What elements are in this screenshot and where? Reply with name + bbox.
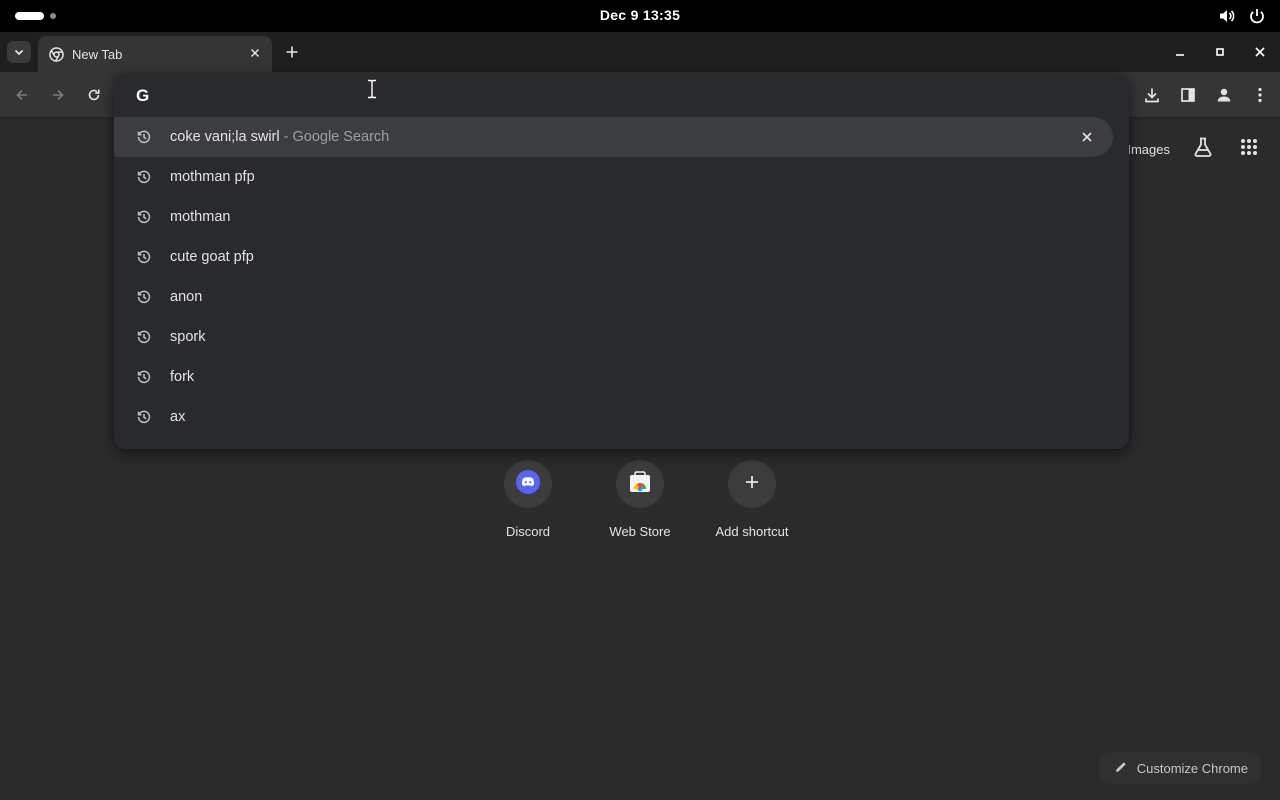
suggestion-text: mothman [170,209,231,225]
suggestion-item[interactable]: cute goat pfp [114,237,1129,277]
power-icon[interactable] [1248,7,1266,25]
more-vert-icon [1258,87,1262,103]
download-icon [1145,88,1159,103]
tab-search-button[interactable] [7,41,31,63]
system-clock[interactable]: Dec 9 13:35 [0,7,1280,23]
shortcut-label: Web Store [609,524,671,539]
plus-icon [744,474,760,495]
labs-icon[interactable] [1192,136,1214,163]
maximize-button[interactable] [1200,32,1240,72]
chrome-menu-button[interactable] [1246,81,1274,109]
shortcuts-grid: Discord Web Store Add shortcut [472,460,808,539]
google-apps-icon[interactable] [1240,138,1258,161]
chrome-icon [49,47,64,67]
history-icon [136,329,152,350]
arrow-left-icon [16,89,27,101]
suggestion-item[interactable]: mothman [114,197,1129,237]
suggestion-text: mothman pfp [170,169,255,185]
history-icon [136,409,152,430]
omnibox[interactable]: G [114,73,1129,117]
pencil-icon [1114,760,1128,777]
suggestion-text: cute goat pfp [170,249,254,265]
customize-chrome-button[interactable]: Customize Chrome [1097,752,1262,784]
history-icon [136,169,152,190]
shortcut-web-store[interactable]: Web Store [584,460,696,539]
suggestion-item[interactable]: anon [114,277,1129,317]
side-panel-button[interactable] [1174,81,1202,109]
suggestion-text: fork [170,369,195,385]
suggestion-suffix: - Google Search [279,129,390,145]
new-tab-button[interactable] [281,41,303,63]
shortcut-add[interactable]: Add shortcut [696,460,808,539]
customize-chrome-label: Customize Chrome [1136,760,1248,776]
maximize-icon [1216,48,1224,56]
downloads-button[interactable] [1138,81,1166,109]
profile-button[interactable] [1210,81,1238,109]
back-button[interactable] [10,83,34,107]
volume-icon[interactable] [1218,7,1236,25]
history-icon [136,289,152,310]
tab-title: New Tab [72,47,123,62]
suggestion-list: coke vani;la swirl - Google Search mothm… [114,117,1129,437]
google-g-icon: G [136,86,150,105]
suggestion-item[interactable]: ax [114,397,1129,437]
suggestion-text: ax [170,409,186,425]
suggestion-text: spork [170,329,206,345]
suggestion-item[interactable]: fork [114,357,1129,397]
shortcut-label: Discord [505,524,551,539]
close-window-button[interactable] [1240,32,1280,72]
profile-icon [1217,88,1231,102]
suggestion-item[interactable]: mothman pfp [114,157,1129,197]
history-icon [136,129,152,150]
suggestion-item[interactable]: coke vani;la swirl - Google Search [114,117,1113,157]
text-cursor-icon [366,79,378,104]
forward-button[interactable] [46,83,70,107]
history-icon [136,249,152,270]
side-panel-icon [1181,88,1195,102]
omnibox-input[interactable] [170,83,1070,107]
tab-new-tab[interactable]: New Tab [38,36,272,72]
history-icon [136,209,152,230]
reload-icon [88,89,100,101]
reload-button[interactable] [82,83,106,107]
shortcut-discord[interactable]: Discord [472,460,584,539]
suggestion-text: anon [170,289,203,305]
minimize-icon [1176,54,1184,56]
close-icon [1255,47,1265,57]
plus-icon [286,46,298,58]
suggestion-item[interactable]: spork [114,317,1129,357]
omnibox-popup: G coke vani;la swirl - Google Search mot… [114,73,1129,449]
suggestion-text: coke vani;la swirl - Google Search [170,129,390,145]
arrow-right-icon [53,89,64,101]
history-icon [136,369,152,390]
tab-strip: New Tab [0,32,1280,72]
chevron-down-icon [14,49,24,56]
system-top-bar: Dec 9 13:35 [0,0,1280,32]
tab-close-icon[interactable] [248,46,262,65]
remove-suggestion-icon[interactable] [1079,129,1095,150]
shortcut-label: Add shortcut [715,524,789,539]
minimize-button[interactable] [1160,32,1200,72]
images-link[interactable]: Images [1127,142,1170,157]
discord-icon [516,469,540,499]
web-store-icon [628,470,652,499]
